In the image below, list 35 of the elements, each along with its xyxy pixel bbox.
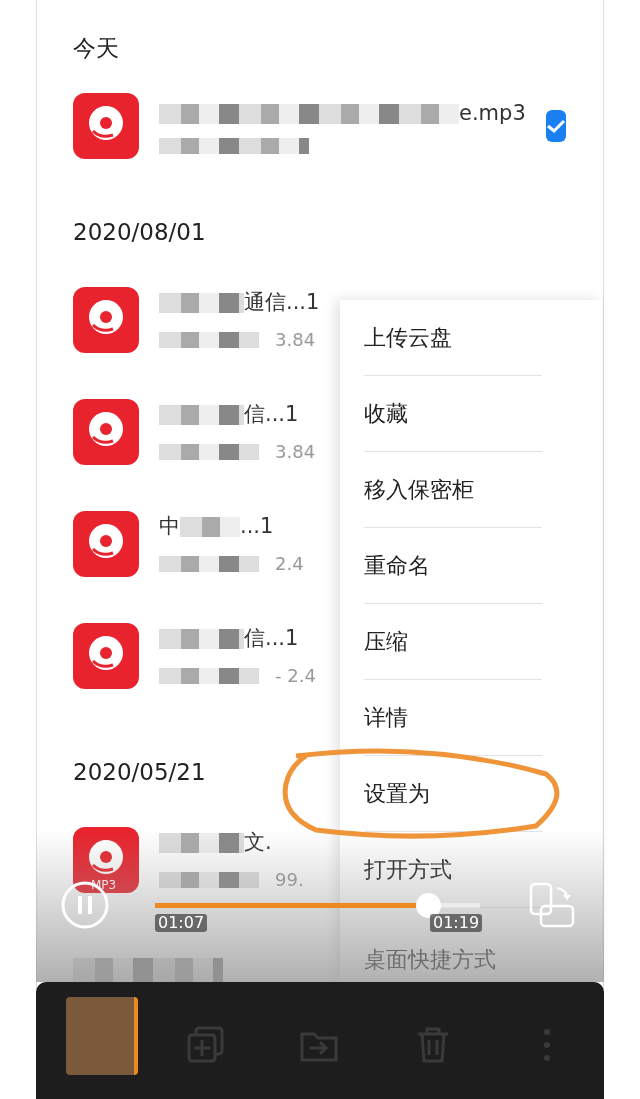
- menu-item[interactable]: 移入保密柜: [364, 452, 542, 528]
- menu-item[interactable]: 收藏: [364, 376, 542, 452]
- rotate-screen-icon[interactable]: [529, 882, 575, 928]
- music-file-icon: [73, 511, 139, 577]
- file-info: 2.4: [275, 552, 304, 577]
- file-name: e.mp3: [459, 100, 526, 128]
- music-file-icon: [73, 93, 139, 159]
- section-date: 2020/05/21: [73, 759, 206, 785]
- menu-item[interactable]: 上传云盘: [364, 300, 542, 376]
- file-name: ...1: [240, 512, 274, 540]
- file-info: - 2.4: [275, 664, 316, 689]
- section-date: 今天: [73, 35, 119, 61]
- file-name: 中: [159, 512, 180, 540]
- file-info: 99.: [275, 868, 304, 893]
- music-file-icon: [73, 287, 139, 353]
- copy-icon[interactable]: [186, 1026, 224, 1064]
- file-name: 信...1: [244, 400, 299, 428]
- menu-item[interactable]: 设置为: [364, 756, 542, 832]
- file-name: 信...1: [244, 624, 299, 652]
- menu-item[interactable]: 压缩: [364, 604, 542, 680]
- music-file-icon: [73, 399, 139, 465]
- total-time: 01:19: [430, 914, 483, 932]
- checkmark-icon: [545, 118, 566, 134]
- file-info: 3.84: [275, 328, 316, 353]
- menu-item[interactable]: 重命名: [364, 528, 542, 604]
- elapsed-time: 01:07: [155, 914, 208, 932]
- redacted-text: [180, 516, 240, 537]
- file-name: 文.: [244, 828, 272, 856]
- menu-item[interactable]: 详情: [364, 680, 542, 756]
- music-file-icon: [73, 827, 139, 893]
- file-name: 通信...1: [244, 288, 320, 316]
- checkbox[interactable]: [545, 110, 566, 142]
- file-info: 3.84: [275, 440, 316, 465]
- music-file-icon: [73, 623, 139, 689]
- section-date: 2020/08/01: [73, 219, 206, 245]
